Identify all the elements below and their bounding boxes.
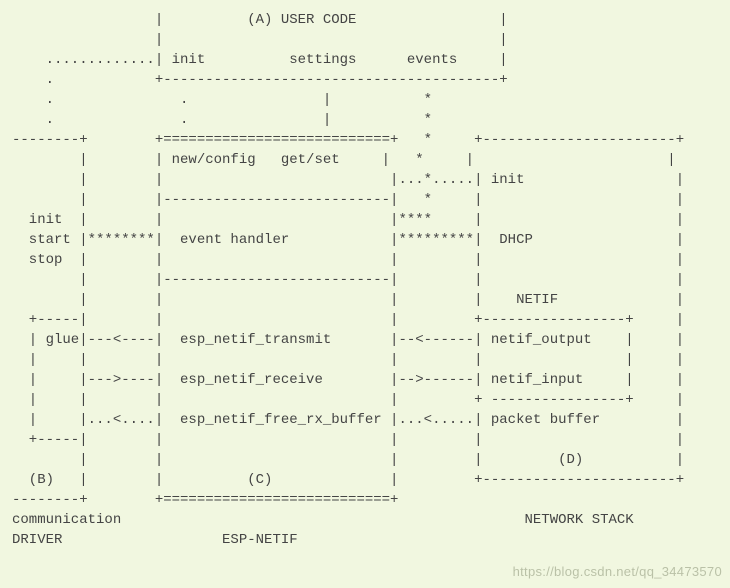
esp-netif-architecture-diagram: | (A) USER CODE | | | .............| ini…: [0, 0, 730, 560]
source-watermark: https://blog.csdn.net/qq_34473570: [513, 562, 722, 582]
